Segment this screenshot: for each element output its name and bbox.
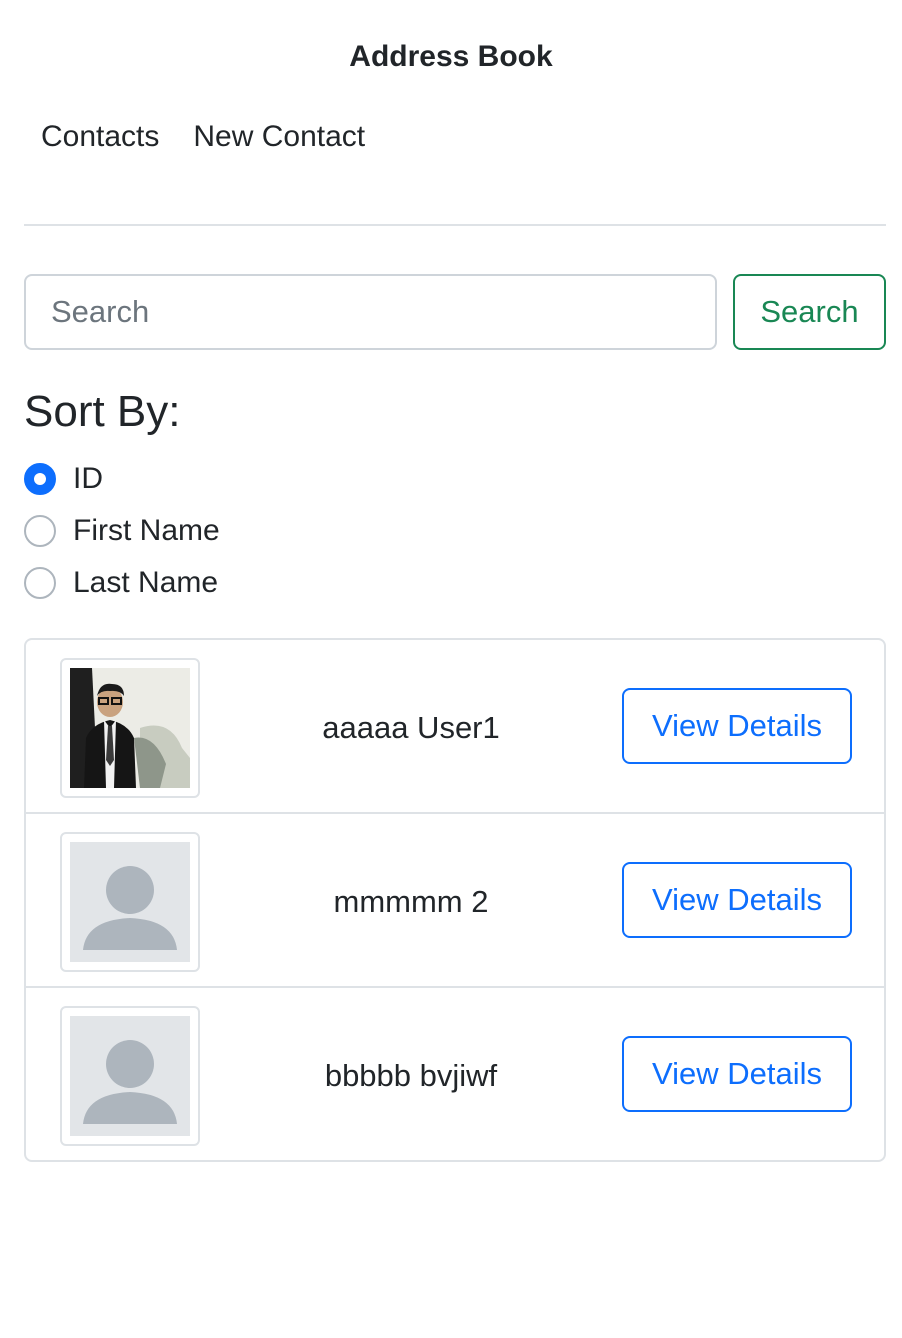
- header-divider: [24, 224, 886, 226]
- sort-option-last-name[interactable]: Last Name: [24, 563, 218, 603]
- sort-option-id[interactable]: ID: [24, 459, 103, 499]
- sort-heading: Sort By:: [24, 387, 181, 436]
- app-title: Address Book: [349, 40, 553, 73]
- avatar: [60, 1006, 200, 1146]
- view-details-button[interactable]: View Details: [622, 688, 852, 764]
- contact-list: aaaaa User1 View Details mmmmm 2 View De…: [24, 638, 886, 1162]
- sort-option-label: First Name: [73, 514, 220, 547]
- view-details-button[interactable]: View Details: [622, 1036, 852, 1112]
- sort-option-first-name[interactable]: First Name: [24, 511, 220, 551]
- contact-row: aaaaa User1 View Details: [26, 640, 884, 814]
- sort-radio-id[interactable]: [24, 463, 56, 495]
- contact-name: bbbbb bvjiwf: [324, 1058, 498, 1093]
- sort-option-label: ID: [73, 462, 103, 495]
- sort-radio-last-name[interactable]: [24, 567, 56, 599]
- sort-radio-first-name[interactable]: [24, 515, 56, 547]
- contact-row: bbbbb bvjiwf View Details: [26, 988, 884, 1160]
- view-details-button[interactable]: View Details: [622, 862, 852, 938]
- profile-photo-icon: [70, 668, 190, 788]
- main-nav: Contacts New Contact: [41, 118, 365, 156]
- search-button[interactable]: Search: [733, 274, 886, 350]
- search-input[interactable]: [24, 274, 717, 350]
- contact-name: mmmmm 2: [333, 884, 489, 919]
- default-avatar-icon: [70, 1016, 190, 1136]
- contact-name: aaaaa User1: [322, 710, 500, 745]
- avatar: [60, 658, 200, 798]
- nav-contacts-link[interactable]: Contacts: [41, 118, 159, 156]
- contact-row: mmmmm 2 View Details: [26, 814, 884, 988]
- sort-option-label: Last Name: [73, 566, 219, 599]
- address-book-page: Address Book Contacts New Contact Search…: [0, 0, 902, 1338]
- nav-new-contact-link[interactable]: New Contact: [193, 118, 365, 156]
- avatar: [60, 832, 200, 972]
- default-avatar-icon: [70, 842, 190, 962]
